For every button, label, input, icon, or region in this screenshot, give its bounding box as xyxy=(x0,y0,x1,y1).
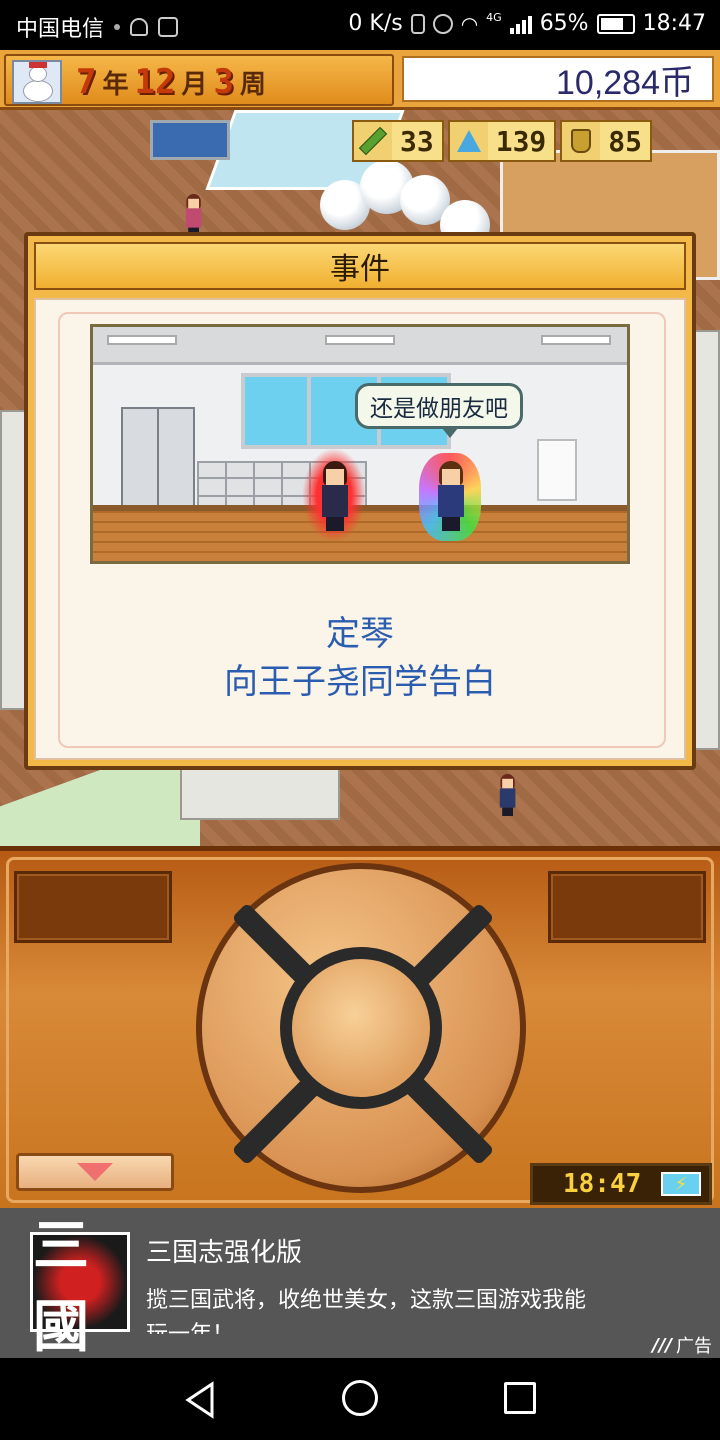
right-shoulder-button[interactable] xyxy=(548,871,706,943)
speech-bubble: 还是做朋友吧 xyxy=(355,383,523,438)
event-description: 定琴 向王子尧同学告白 xyxy=(24,610,696,706)
locker xyxy=(121,407,159,507)
student-sprite[interactable] xyxy=(497,774,517,816)
date-week: 3 xyxy=(213,62,234,102)
signal-icon xyxy=(509,14,532,34)
date-year-unit: 年 xyxy=(102,70,129,100)
ad-tag-text: 广告 xyxy=(676,1336,712,1357)
directional-pad[interactable] xyxy=(196,863,526,1193)
back-icon[interactable] xyxy=(182,1380,218,1420)
triangle-down-icon xyxy=(77,1163,113,1181)
alarm-icon xyxy=(432,13,453,34)
carrier-label: 中国电信 xyxy=(16,17,105,42)
ceiling-light xyxy=(325,335,395,345)
pencil-icon xyxy=(354,122,392,160)
ad-label: /// 广告 xyxy=(652,1332,712,1358)
boy-character xyxy=(433,461,467,531)
app-notification-icon xyxy=(158,17,179,37)
dpad-center-button[interactable] xyxy=(280,947,442,1109)
stat-value: 85 xyxy=(600,122,651,160)
locker xyxy=(157,407,195,507)
money-display: 10,284币 xyxy=(402,56,714,102)
girl-character xyxy=(317,461,351,531)
event-detail: 向王子尧同学告白 xyxy=(224,662,496,702)
trophy-icon xyxy=(562,122,600,160)
net-speed: 0 K/s xyxy=(348,11,403,36)
charging-bolt-icon: ⚡ xyxy=(661,1172,701,1196)
left-shoulder-button[interactable] xyxy=(14,871,172,943)
game-screen[interactable]: 7 年 12 月 3 周 10,284币 33 139 85 事件 还是做朋友吧… xyxy=(0,50,720,1208)
game-clock: 18:47 ⚡ xyxy=(530,1163,712,1205)
ceiling xyxy=(93,327,627,365)
well-building xyxy=(150,120,230,160)
notification-dot-icon xyxy=(114,24,121,30)
stat-value: 33 xyxy=(392,122,442,160)
snowman-season-icon xyxy=(12,60,62,104)
ad-title[interactable]: 三国志强化版 xyxy=(146,1232,302,1269)
home-icon[interactable] xyxy=(342,1380,378,1416)
menu-toggle-button[interactable] xyxy=(16,1153,174,1191)
ceiling-light xyxy=(541,335,611,345)
control-panel: 18:47 ⚡ xyxy=(0,846,720,1208)
ad-network-icon: /// xyxy=(652,1334,672,1356)
student-sprite[interactable] xyxy=(183,194,203,236)
stat-study: 33 xyxy=(352,120,444,162)
ad-logo[interactable]: 三國 xyxy=(30,1213,130,1360)
game-date: 7 年 12 月 3 周 xyxy=(76,62,266,102)
stat-research: 139 xyxy=(447,120,557,162)
date-panel: 7 年 12 月 3 周 xyxy=(4,54,394,106)
battery-percent: 65% xyxy=(539,11,589,36)
battery-icon xyxy=(596,13,635,34)
date-week-unit: 周 xyxy=(239,70,266,100)
vibrate-icon xyxy=(410,13,425,34)
stat-reputation: 85 xyxy=(560,120,653,162)
network-type: 4G xyxy=(486,11,502,24)
dialog-title: 事件 xyxy=(34,242,686,290)
recent-apps-icon[interactable] xyxy=(504,1382,536,1414)
date-month: 12 xyxy=(134,62,176,102)
notification-icon xyxy=(130,18,149,36)
clock-time: 18:47 xyxy=(563,1169,642,1199)
date-year: 7 xyxy=(76,62,97,102)
status-bar: 中国电信 0 K/s ◠ 4G 65% 18:47 xyxy=(0,0,720,50)
stat-value: 139 xyxy=(487,122,555,160)
event-scene-image: 还是做朋友吧 xyxy=(90,324,630,564)
first-aid-cabinet xyxy=(537,439,577,501)
status-time: 18:47 xyxy=(642,11,706,36)
ad-banner[interactable]: 三國 三国志强化版 揽三国武将，收绝世美女，这款三国游戏我能玩一年！ /// 广… xyxy=(0,1208,720,1360)
top-hud: 7 年 12 月 3 周 10,284币 xyxy=(0,50,720,110)
ad-description[interactable]: 揽三国武将，收绝世美女，这款三国游戏我能玩一年！ xyxy=(146,1284,586,1334)
system-nav-bar xyxy=(0,1358,720,1440)
wifi-icon: ◠ xyxy=(460,11,479,36)
date-month-unit: 月 xyxy=(181,70,208,100)
ceiling-light xyxy=(107,335,177,345)
event-character-name: 定琴 xyxy=(326,614,394,654)
stats-bar: 33 139 85 xyxy=(352,120,653,162)
flask-icon xyxy=(450,122,488,160)
